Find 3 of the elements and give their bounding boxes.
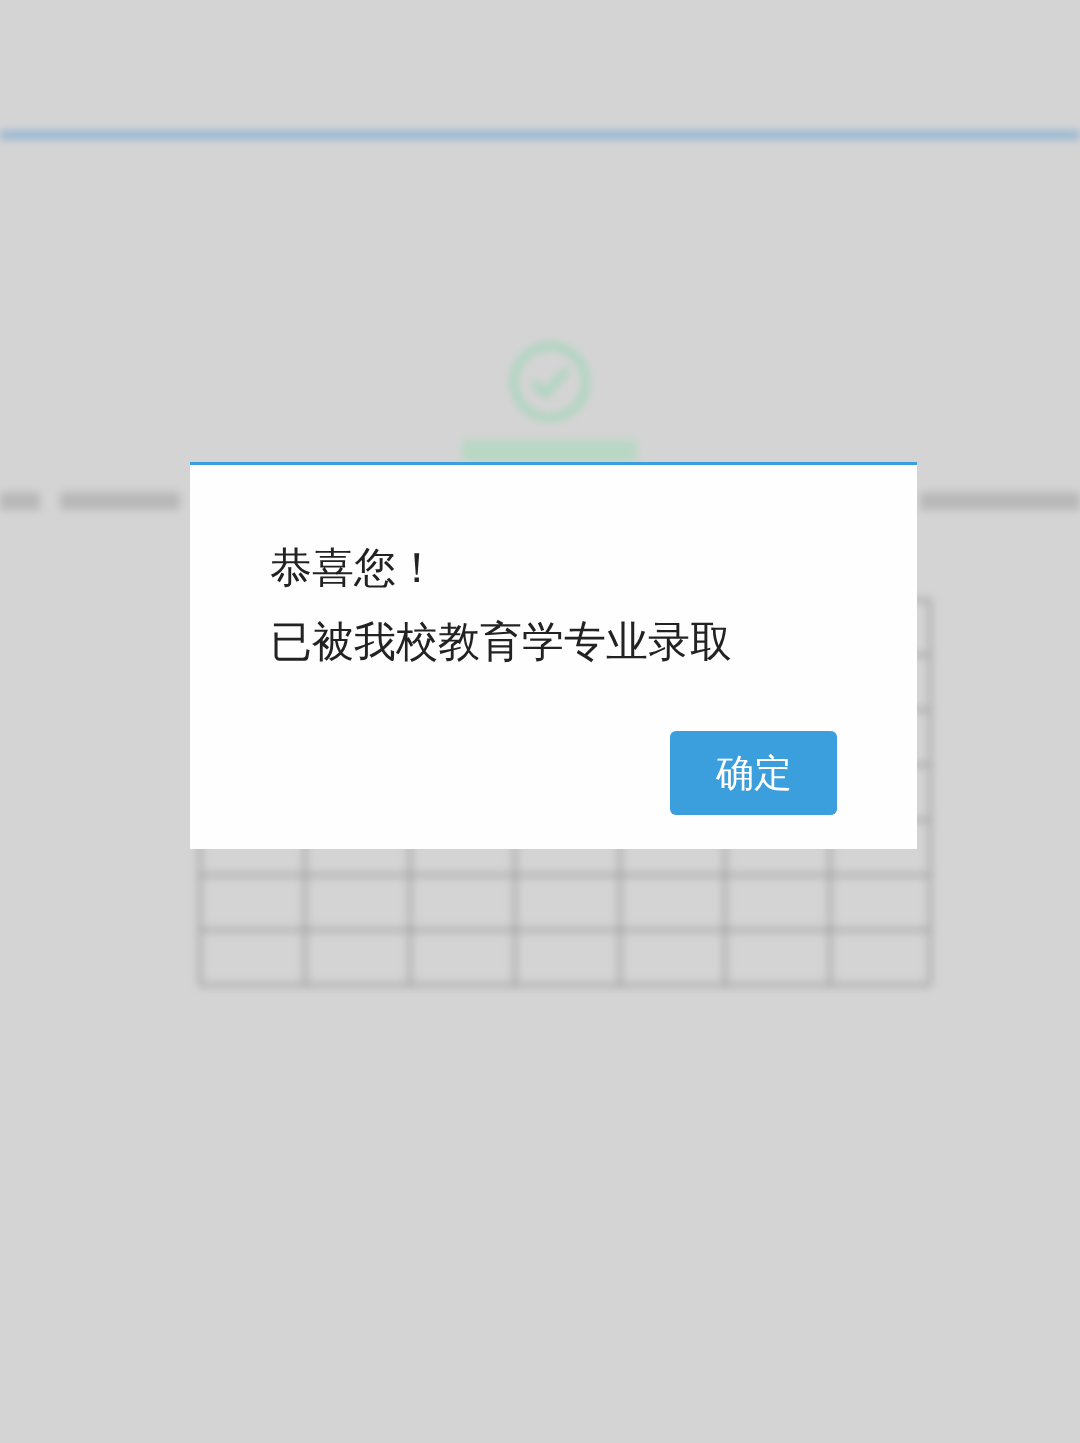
dialog-message: 恭喜您！	[270, 542, 438, 594]
confirm-button[interactable]: 确定	[670, 731, 837, 815]
dialog-message: 已被我校教育学专业录取	[270, 616, 732, 668]
